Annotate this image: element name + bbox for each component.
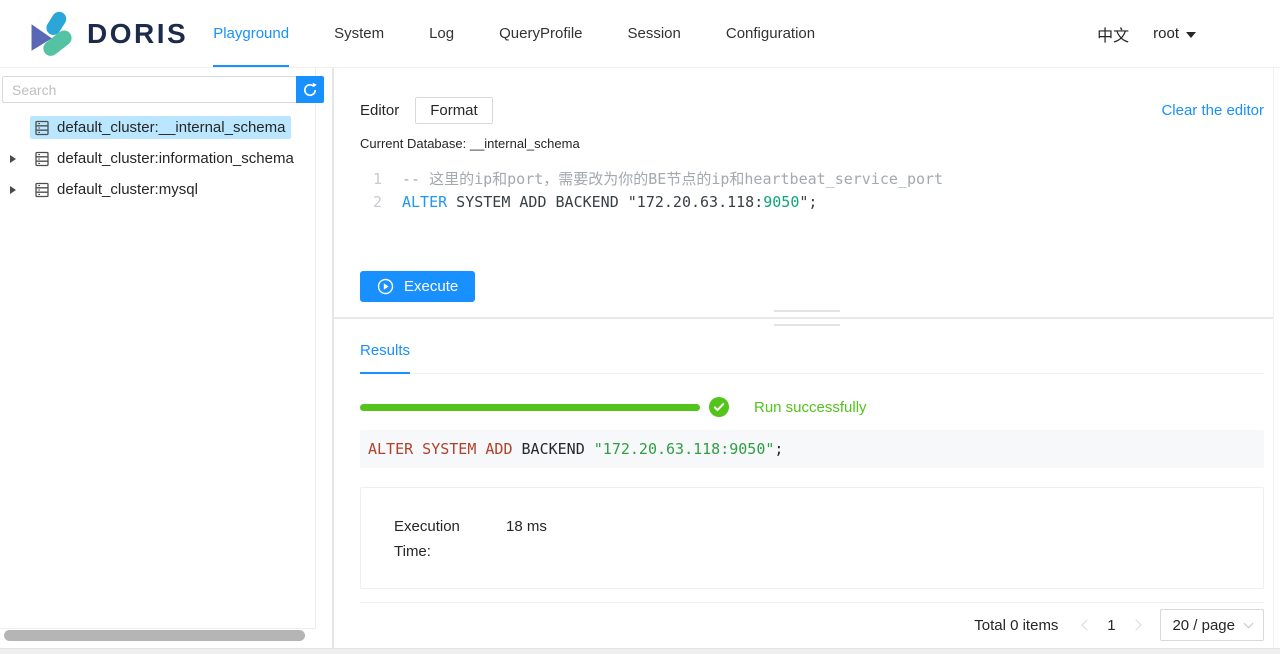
- play-circle-icon: [377, 278, 394, 295]
- sql-keyword: ALTER SYSTEM ADD: [368, 440, 513, 458]
- refresh-button[interactable]: [296, 76, 324, 103]
- user-name: root: [1153, 25, 1179, 42]
- editor-toolbar: Editor Format Clear the editor: [360, 95, 1264, 126]
- execute-label: Execute: [404, 278, 458, 295]
- splitter-grip-bottom: [774, 324, 840, 326]
- tab-results[interactable]: Results: [360, 342, 410, 374]
- tree-node[interactable]: default_cluster:mysql: [30, 178, 204, 201]
- execution-time-value: 18 ms: [506, 514, 547, 539]
- vertical-scrollbar-track[interactable]: [1273, 68, 1280, 648]
- execution-time-label: Execution Time:: [394, 514, 494, 564]
- caret-right-icon[interactable]: [10, 155, 16, 163]
- pagination: Total 0 items 1 20 / page: [360, 603, 1264, 647]
- run-status-text: Run successfully: [754, 399, 867, 416]
- tree-item-mysql[interactable]: default_cluster:mysql: [0, 174, 316, 205]
- clear-editor-link[interactable]: Clear the editor: [1161, 102, 1264, 119]
- nav-item-playground[interactable]: Playground: [213, 0, 289, 67]
- chevron-left-icon: [1081, 619, 1092, 630]
- search-row: [2, 76, 324, 103]
- format-button[interactable]: Format: [415, 97, 493, 124]
- line-number: 2: [360, 191, 382, 214]
- chevron-down-icon: [1244, 618, 1254, 628]
- editor-title: Editor: [360, 102, 399, 119]
- next-page-button[interactable]: [1124, 612, 1150, 638]
- page-size-select[interactable]: 20 / page: [1160, 609, 1264, 641]
- execute-button[interactable]: Execute: [360, 271, 475, 302]
- editor-line-2: 2 ALTER SYSTEM ADD BACKEND "172.20.63.11…: [360, 191, 1264, 214]
- sql-string: "172.20.63.118:9050": [594, 440, 775, 458]
- sql-keyword: ALTER: [402, 193, 447, 211]
- sql-tail: ";: [799, 193, 817, 211]
- sql-editor[interactable]: 1 -- 这里的ip和port，需要改为你的BE节点的ip和heartbeat_…: [360, 168, 1264, 214]
- tree-item-label: default_cluster:__internal_schema: [57, 119, 285, 136]
- main-panel: Editor Format Clear the editor Current D…: [334, 68, 1280, 648]
- brand-name: DORIS: [87, 18, 188, 50]
- progress-bar: [360, 404, 700, 411]
- nav-item-log[interactable]: Log: [429, 0, 454, 67]
- splitter-grip-top: [774, 310, 840, 312]
- language-switch[interactable]: 中文: [1097, 22, 1129, 46]
- page-body: default_cluster:__internal_schema: [0, 68, 1280, 648]
- tree-node[interactable]: default_cluster:information_schema: [30, 147, 300, 170]
- results-tabbar: Results: [360, 342, 1264, 374]
- tree-item-label: default_cluster:mysql: [57, 181, 198, 198]
- nav-item-queryprofile[interactable]: QueryProfile: [499, 0, 582, 67]
- editor-line-1: 1 -- 这里的ip和port，需要改为你的BE节点的ip和heartbeat_…: [360, 168, 1264, 191]
- execution-time-card: Execution Time: 18 ms: [360, 487, 1264, 589]
- nav-item-session[interactable]: Session: [628, 0, 681, 67]
- tree-item-internal-schema[interactable]: default_cluster:__internal_schema: [0, 112, 316, 143]
- sql-tail: ;: [774, 440, 783, 458]
- pagination-total: Total 0 items: [974, 617, 1058, 634]
- line-number: 1: [360, 168, 382, 191]
- caret-down-icon: [1186, 32, 1196, 38]
- doris-logo[interactable]: DORIS: [28, 0, 188, 67]
- splitter-line: [333, 317, 1280, 319]
- run-status-row: Run successfully: [360, 397, 1264, 417]
- sql-body: SYSTEM ADD BACKEND "172.20.63.118:: [447, 193, 763, 211]
- user-menu[interactable]: root: [1153, 25, 1196, 42]
- database-sidebar: default_cluster:__internal_schema: [0, 68, 334, 648]
- bottom-strip: [0, 648, 1280, 654]
- sql-mid: BACKEND: [513, 440, 594, 458]
- tree-item-label: default_cluster:information_schema: [57, 150, 294, 167]
- database-tree: default_cluster:__internal_schema: [0, 112, 316, 205]
- doris-app: DORIS Playground System Log QueryProfile…: [0, 0, 1280, 654]
- main-nav: Playground System Log QueryProfile Sessi…: [213, 0, 815, 67]
- doris-logo-icon: [28, 9, 74, 59]
- database-icon: [34, 151, 50, 167]
- sql-comment: -- 这里的ip和port，需要改为你的BE节点的ip和heartbeat_se…: [402, 168, 943, 191]
- chevron-right-icon: [1130, 619, 1141, 630]
- executed-sql-box: ALTER SYSTEM ADD BACKEND "172.20.63.118:…: [360, 430, 1264, 468]
- navbar-right: 中文 root: [1097, 0, 1280, 67]
- database-icon: [34, 182, 50, 198]
- prev-page-button[interactable]: [1072, 612, 1098, 638]
- current-page[interactable]: 1: [1098, 617, 1124, 634]
- sql-port: 9050: [763, 193, 799, 211]
- database-icon: [34, 120, 50, 136]
- search-input[interactable]: [2, 76, 296, 103]
- horizontal-scrollbar-thumb[interactable]: [4, 630, 305, 641]
- current-database-label: Current Database: __internal_schema: [360, 136, 1264, 151]
- tree-node-selected[interactable]: default_cluster:__internal_schema: [30, 116, 291, 139]
- panel-splitter[interactable]: [333, 310, 1280, 326]
- sql-statement: ALTER SYSTEM ADD BACKEND "172.20.63.118:…: [402, 191, 817, 214]
- page-size-value: 20 / page: [1172, 617, 1235, 634]
- execute-row: Execute: [360, 271, 1264, 302]
- check-circle-icon: [709, 397, 729, 417]
- top-navbar: DORIS Playground System Log QueryProfile…: [0, 0, 1280, 68]
- refresh-icon: [302, 82, 318, 98]
- tree-panel-bottom-border: [0, 628, 316, 629]
- tree-item-information-schema[interactable]: default_cluster:information_schema: [0, 143, 316, 174]
- caret-right-icon[interactable]: [10, 186, 16, 194]
- nav-item-system[interactable]: System: [334, 0, 384, 67]
- nav-item-configuration[interactable]: Configuration: [726, 0, 815, 67]
